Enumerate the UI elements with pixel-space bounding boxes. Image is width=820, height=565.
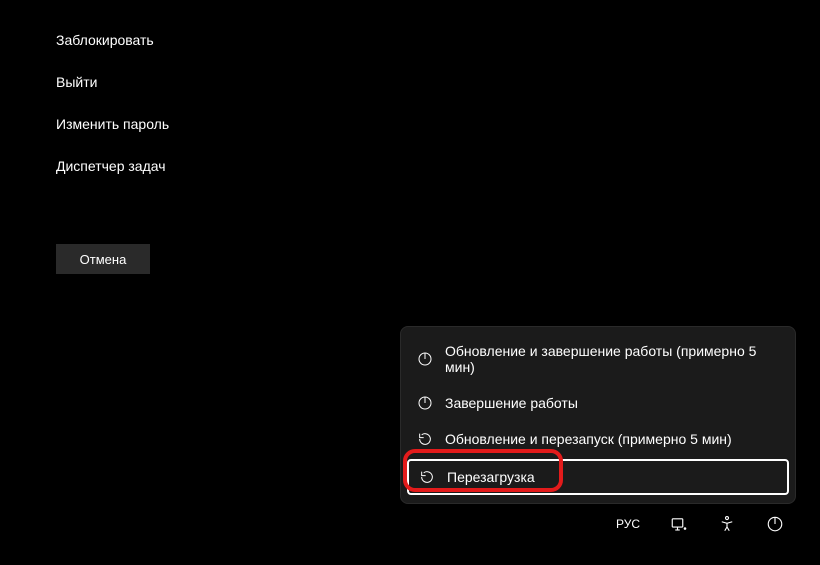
cancel-button[interactable]: Отмена (56, 244, 150, 274)
update-restart-item[interactable]: Обновление и перезапуск (примерно 5 мин) (401, 421, 795, 457)
task-manager-option[interactable]: Диспетчер задач (56, 158, 169, 174)
update-shutdown-item[interactable]: Обновление и завершение работы (примерно… (401, 333, 795, 385)
power-item-label: Перезагрузка (447, 469, 535, 485)
lock-option[interactable]: Заблокировать (56, 32, 169, 48)
restart-icon (417, 431, 433, 447)
security-options-list: Заблокировать Выйти Изменить пароль Дисп… (56, 32, 169, 174)
restart-item[interactable]: Перезагрузка (407, 459, 789, 495)
change-password-option[interactable]: Изменить пароль (56, 116, 169, 132)
sign-out-option[interactable]: Выйти (56, 74, 169, 90)
language-indicator[interactable]: РУС (616, 517, 640, 531)
accessibility-icon[interactable] (718, 515, 736, 533)
power-item-label: Обновление и завершение работы (примерно… (445, 343, 779, 375)
bottom-tray: РУС (616, 515, 784, 533)
network-icon[interactable] (670, 515, 688, 533)
power-item-label: Обновление и перезапуск (примерно 5 мин) (445, 431, 732, 447)
power-icon (417, 395, 433, 411)
power-menu: Обновление и завершение работы (примерно… (400, 326, 796, 504)
power-item-label: Завершение работы (445, 395, 578, 411)
restart-icon (419, 469, 435, 485)
power-icon (417, 351, 433, 367)
shutdown-item[interactable]: Завершение работы (401, 385, 795, 421)
power-tray-icon[interactable] (766, 515, 784, 533)
